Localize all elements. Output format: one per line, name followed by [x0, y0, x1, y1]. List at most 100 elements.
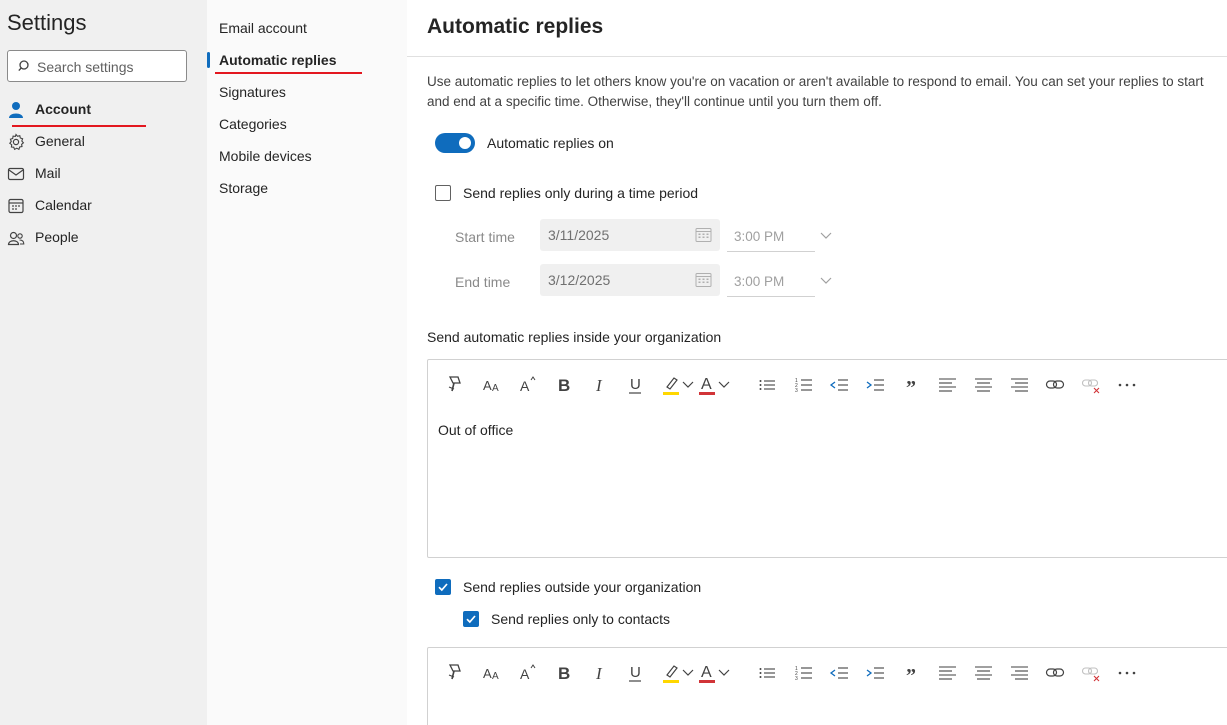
- nav-item-label: Calendar: [35, 197, 92, 213]
- italic-icon[interactable]: I: [589, 662, 611, 684]
- search-icon: [18, 60, 29, 72]
- end-time-dropdown[interactable]: 3:00 PM: [727, 265, 832, 297]
- increase-indent-icon[interactable]: [865, 374, 887, 396]
- bullets-icon[interactable]: [757, 662, 779, 684]
- contacts-only-checkbox[interactable]: [463, 611, 479, 627]
- bold-icon[interactable]: B: [553, 374, 575, 396]
- contacts-only-label: Send replies only to contacts: [491, 611, 670, 627]
- grow-font-icon[interactable]: A: [517, 374, 539, 396]
- search-input[interactable]: Search settings: [7, 50, 187, 82]
- highlight-icon[interactable]: [661, 662, 683, 684]
- quote-icon[interactable]: ”: [901, 374, 923, 396]
- start-time-dropdown[interactable]: 3:00 PM: [727, 220, 832, 252]
- decrease-indent-icon[interactable]: [829, 662, 851, 684]
- chevron-down-icon[interactable]: [681, 662, 695, 684]
- subnav-item-mobile-devices[interactable]: Mobile devices: [219, 148, 312, 172]
- start-time-value: 3:00 PM: [734, 229, 785, 244]
- subnav-item-categories[interactable]: Categories: [219, 116, 287, 140]
- grow-font-icon[interactable]: A: [517, 662, 539, 684]
- nav-item-account[interactable]: Account: [7, 96, 197, 124]
- quote-icon[interactable]: ”: [901, 662, 923, 684]
- highlight-icon[interactable]: [661, 374, 683, 396]
- underline-icon[interactable]: U: [625, 374, 647, 396]
- format-painter-icon[interactable]: [445, 374, 467, 396]
- time-period-label: Send replies only during a time period: [463, 185, 699, 201]
- svg-text:A: A: [483, 666, 492, 681]
- time-period-checkbox[interactable]: [435, 185, 451, 201]
- svg-text:A: A: [483, 378, 492, 393]
- checkmark-icon: [438, 583, 448, 592]
- format-painter-icon[interactable]: [445, 662, 467, 684]
- outside-org-checkbox[interactable]: [435, 579, 451, 595]
- font-color-icon[interactable]: A: [697, 374, 719, 396]
- outside-reply-editor[interactable]: A A A B I U A 1 2 3”: [427, 647, 1227, 725]
- font-size-icon[interactable]: AA: [481, 662, 503, 684]
- settings-nav: Settings Search settings Account General…: [0, 0, 207, 725]
- align-left-icon[interactable]: [937, 662, 959, 684]
- align-center-icon[interactable]: [973, 662, 995, 684]
- calendar-icon: [695, 273, 712, 287]
- chevron-down-icon: [820, 232, 832, 239]
- bold-icon[interactable]: B: [553, 662, 575, 684]
- svg-text:A: A: [520, 666, 530, 682]
- subnav-item-email-account[interactable]: Email account: [219, 20, 307, 44]
- nav-item-people[interactable]: People: [7, 224, 197, 252]
- link-icon[interactable]: [1045, 374, 1067, 396]
- underline-icon[interactable]: U: [625, 662, 647, 684]
- svg-text:B: B: [558, 664, 570, 683]
- mail-icon: [7, 167, 25, 181]
- more-options-icon[interactable]: [1117, 662, 1139, 684]
- people-icon: [7, 231, 25, 246]
- link-icon[interactable]: [1045, 662, 1067, 684]
- chevron-down-icon[interactable]: [717, 374, 731, 396]
- align-right-icon[interactable]: [1009, 374, 1031, 396]
- align-left-icon[interactable]: [937, 374, 959, 396]
- svg-text:I: I: [595, 664, 603, 683]
- subnav-item-signatures[interactable]: Signatures: [219, 84, 286, 108]
- page-title: Automatic replies: [427, 15, 604, 38]
- align-right-icon[interactable]: [1009, 662, 1031, 684]
- format-toolbar: A A A B I U A 1 2 3”: [428, 360, 1227, 410]
- numbering-icon[interactable]: 123: [793, 374, 815, 396]
- nav-item-label: People: [35, 229, 79, 245]
- increase-indent-icon[interactable]: [865, 662, 887, 684]
- toggle-knob: [459, 137, 471, 149]
- more-options-icon[interactable]: [1117, 374, 1139, 396]
- start-date-picker[interactable]: 3/11/2025: [540, 219, 720, 251]
- end-date-picker[interactable]: 3/12/2025: [540, 264, 720, 296]
- inside-org-label: Send automatic replies inside your organ…: [427, 329, 722, 345]
- automatic-replies-panel: Automatic replies Use automatic replies …: [407, 0, 1227, 725]
- nav-item-general[interactable]: General: [7, 128, 197, 156]
- chevron-down-icon[interactable]: [717, 662, 731, 684]
- font-color-icon[interactable]: A: [697, 662, 719, 684]
- start-date-value: 3/11/2025: [548, 227, 610, 243]
- italic-icon[interactable]: I: [589, 374, 611, 396]
- subnav-item-storage[interactable]: Storage: [219, 180, 268, 204]
- nav-item-mail[interactable]: Mail: [7, 160, 197, 188]
- outside-org-label: Send replies outside your organization: [463, 579, 702, 595]
- numbering-icon[interactable]: 123: [793, 662, 815, 684]
- decrease-indent-icon[interactable]: [829, 374, 851, 396]
- checkmark-icon: [466, 615, 476, 624]
- remove-link-icon[interactable]: [1081, 374, 1103, 396]
- chevron-down-icon[interactable]: [681, 374, 695, 396]
- svg-text:3: 3: [795, 676, 798, 682]
- svg-text:A: A: [492, 383, 499, 394]
- align-center-icon[interactable]: [973, 374, 995, 396]
- remove-link-icon[interactable]: [1081, 662, 1103, 684]
- page-description: Use automatic replies to let others know…: [427, 74, 1204, 109]
- search-placeholder: Search settings: [37, 59, 134, 75]
- chevron-down-icon: [820, 277, 832, 284]
- inside-reply-editor[interactable]: A A A B I U A 1 2 3” Out of office: [427, 359, 1227, 558]
- svg-text:”: ”: [906, 377, 916, 396]
- inside-reply-text[interactable]: Out of office: [438, 422, 513, 438]
- automatic-replies-toggle[interactable]: [435, 133, 475, 153]
- calendar-icon: [8, 198, 24, 214]
- svg-text:U: U: [630, 376, 641, 393]
- bullets-icon[interactable]: [757, 374, 779, 396]
- nav-item-calendar[interactable]: Calendar: [7, 192, 197, 220]
- font-size-icon[interactable]: AA: [481, 374, 503, 396]
- nav-item-label: Account: [35, 101, 91, 117]
- svg-text:”: ”: [906, 665, 916, 684]
- gear-icon: [9, 133, 25, 151]
